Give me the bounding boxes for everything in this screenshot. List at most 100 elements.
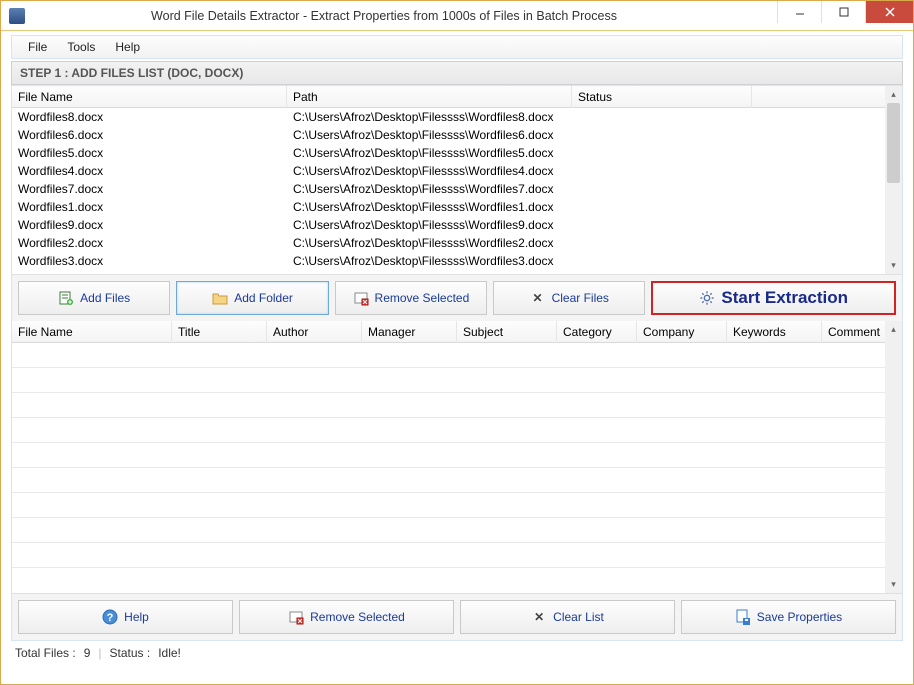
- col2-filename[interactable]: File Name: [12, 321, 172, 343]
- files-list-row[interactable]: Wordfiles1.docxC:\Users\Afroz\Desktop\Fi…: [12, 198, 902, 216]
- close-button[interactable]: [865, 1, 913, 23]
- scroll-up-icon[interactable]: ▴: [885, 321, 902, 338]
- menu-help[interactable]: Help: [105, 36, 150, 58]
- menu-file[interactable]: File: [18, 36, 57, 58]
- window-controls: [777, 1, 913, 30]
- save-icon: [735, 609, 751, 625]
- top-button-row: Add Files Add Folder Remove Selected ✕ C…: [12, 274, 902, 321]
- col2-author[interactable]: Author: [267, 321, 362, 343]
- clear-files-label: Clear Files: [552, 291, 609, 305]
- files-list-row[interactable]: Wordfiles9.docxC:\Users\Afroz\Desktop\Fi…: [12, 216, 902, 234]
- close-icon: [885, 7, 895, 17]
- files-list[interactable]: File Name Path Status Wordfiles8.docxC:\…: [12, 86, 902, 274]
- files-list-header: File Name Path Status: [12, 86, 902, 108]
- add-files-button[interactable]: Add Files: [18, 281, 170, 315]
- maximize-button[interactable]: [821, 1, 865, 23]
- col2-category[interactable]: Category: [557, 321, 637, 343]
- col2-subject[interactable]: Subject: [457, 321, 557, 343]
- clear-files-icon: ✕: [530, 290, 546, 306]
- cell-path: C:\Users\Afroz\Desktop\Filessss\Wordfile…: [287, 236, 572, 250]
- clear-list-label: Clear List: [553, 610, 604, 624]
- properties-list-scrollbar[interactable]: ▴ ▾: [885, 321, 902, 593]
- remove-selected-label: Remove Selected: [375, 291, 470, 305]
- cell-path: C:\Users\Afroz\Desktop\Filessss\Wordfile…: [287, 200, 572, 214]
- scroll-track[interactable]: [885, 338, 902, 576]
- files-list-scrollbar[interactable]: ▴ ▾: [885, 86, 902, 274]
- remove-selected-bottom-button[interactable]: Remove Selected: [239, 600, 454, 634]
- clear-list-icon: ✕: [531, 609, 547, 625]
- start-extraction-button[interactable]: Start Extraction: [651, 281, 896, 315]
- clear-files-button[interactable]: ✕ Clear Files: [493, 281, 645, 315]
- add-folder-button[interactable]: Add Folder: [176, 281, 328, 315]
- files-list-row[interactable]: Wordfiles8.docxC:\Users\Afroz\Desktop\Fi…: [12, 108, 902, 126]
- properties-list[interactable]: File Name Title Author Manager Subject C…: [12, 321, 902, 593]
- cell-path: C:\Users\Afroz\Desktop\Filessss\Wordfile…: [287, 182, 572, 196]
- window-titlebar: Word File Details Extractor - Extract Pr…: [1, 1, 913, 31]
- remove-selected-icon: [353, 290, 369, 306]
- window-title: Word File Details Extractor - Extract Pr…: [31, 9, 777, 23]
- col2-company[interactable]: Company: [637, 321, 727, 343]
- col-filename[interactable]: File Name: [12, 86, 287, 108]
- files-list-row[interactable]: Wordfiles7.docxC:\Users\Afroz\Desktop\Fi…: [12, 180, 902, 198]
- properties-list-body[interactable]: [12, 343, 902, 593]
- files-list-row[interactable]: Wordfiles6.docxC:\Users\Afroz\Desktop\Fi…: [12, 126, 902, 144]
- cell-filename: Wordfiles2.docx: [12, 236, 287, 250]
- gear-icon: [699, 290, 715, 306]
- col2-manager[interactable]: Manager: [362, 321, 457, 343]
- save-properties-label: Save Properties: [757, 610, 842, 624]
- total-files-value: 9: [84, 646, 91, 660]
- svg-text:?: ?: [107, 612, 114, 624]
- cell-path: C:\Users\Afroz\Desktop\Filessss\Wordfile…: [287, 254, 572, 268]
- save-properties-button[interactable]: Save Properties: [681, 600, 896, 634]
- statusbar-separator: |: [98, 646, 101, 660]
- clear-list-button[interactable]: ✕ Clear List: [460, 600, 675, 634]
- scroll-thumb[interactable]: [887, 103, 900, 183]
- app-icon: [9, 8, 25, 24]
- total-files-label: Total Files :: [15, 646, 76, 660]
- cell-filename: Wordfiles8.docx: [12, 110, 287, 124]
- files-list-row[interactable]: Wordfiles3.docxC:\Users\Afroz\Desktop\Fi…: [12, 252, 902, 270]
- cell-path: C:\Users\Afroz\Desktop\Filessss\Wordfile…: [287, 164, 572, 178]
- minimize-button[interactable]: [777, 1, 821, 23]
- files-list-row[interactable]: Wordfiles2.docxC:\Users\Afroz\Desktop\Fi…: [12, 234, 902, 252]
- cell-filename: Wordfiles4.docx: [12, 164, 287, 178]
- cell-path: C:\Users\Afroz\Desktop\Filessss\Wordfile…: [287, 146, 572, 160]
- cell-filename: Wordfiles9.docx: [12, 218, 287, 232]
- files-list-row[interactable]: Wordfiles5.docxC:\Users\Afroz\Desktop\Fi…: [12, 144, 902, 162]
- remove-selected-bottom-label: Remove Selected: [310, 610, 405, 624]
- help-button[interactable]: ? Help: [18, 600, 233, 634]
- col2-keywords[interactable]: Keywords: [727, 321, 822, 343]
- remove-selected-button[interactable]: Remove Selected: [335, 281, 487, 315]
- scroll-up-icon[interactable]: ▴: [885, 86, 902, 103]
- bottom-button-row: ? Help Remove Selected ✕ Clear List Save…: [12, 593, 902, 640]
- cell-filename: Wordfiles3.docx: [12, 254, 287, 268]
- col-status[interactable]: Status: [572, 86, 752, 108]
- cell-filename: Wordfiles1.docx: [12, 200, 287, 214]
- start-extraction-label: Start Extraction: [721, 288, 848, 308]
- cell-path: C:\Users\Afroz\Desktop\Filessss\Wordfile…: [287, 218, 572, 232]
- cell-filename: Wordfiles7.docx: [12, 182, 287, 196]
- maximize-icon: [839, 7, 849, 17]
- statusbar: Total Files : 9 | Status : Idle!: [11, 643, 903, 663]
- scroll-down-icon[interactable]: ▾: [885, 576, 902, 593]
- cell-path: C:\Users\Afroz\Desktop\Filessss\Wordfile…: [287, 110, 572, 124]
- col2-title[interactable]: Title: [172, 321, 267, 343]
- scroll-down-icon[interactable]: ▾: [885, 257, 902, 274]
- step-header: STEP 1 : ADD FILES LIST (DOC, DOCX): [11, 61, 903, 85]
- files-list-body[interactable]: Wordfiles8.docxC:\Users\Afroz\Desktop\Fi…: [12, 108, 902, 274]
- cell-filename: Wordfiles5.docx: [12, 146, 287, 160]
- cell-filename: Wordfiles6.docx: [12, 128, 287, 142]
- files-list-row[interactable]: Wordfiles4.docxC:\Users\Afroz\Desktop\Fi…: [12, 162, 902, 180]
- add-files-icon: [58, 290, 74, 306]
- col-path[interactable]: Path: [287, 86, 572, 108]
- help-icon: ?: [102, 609, 118, 625]
- properties-list-header: File Name Title Author Manager Subject C…: [12, 321, 902, 343]
- add-folder-label: Add Folder: [234, 291, 293, 305]
- main-panel: File Name Path Status Wordfiles8.docxC:\…: [11, 85, 903, 641]
- add-folder-icon: [212, 290, 228, 306]
- status-value: Idle!: [158, 646, 181, 660]
- menu-tools[interactable]: Tools: [57, 36, 105, 58]
- scroll-track[interactable]: [885, 183, 902, 257]
- minimize-icon: [795, 7, 805, 17]
- remove-selected-icon: [288, 609, 304, 625]
